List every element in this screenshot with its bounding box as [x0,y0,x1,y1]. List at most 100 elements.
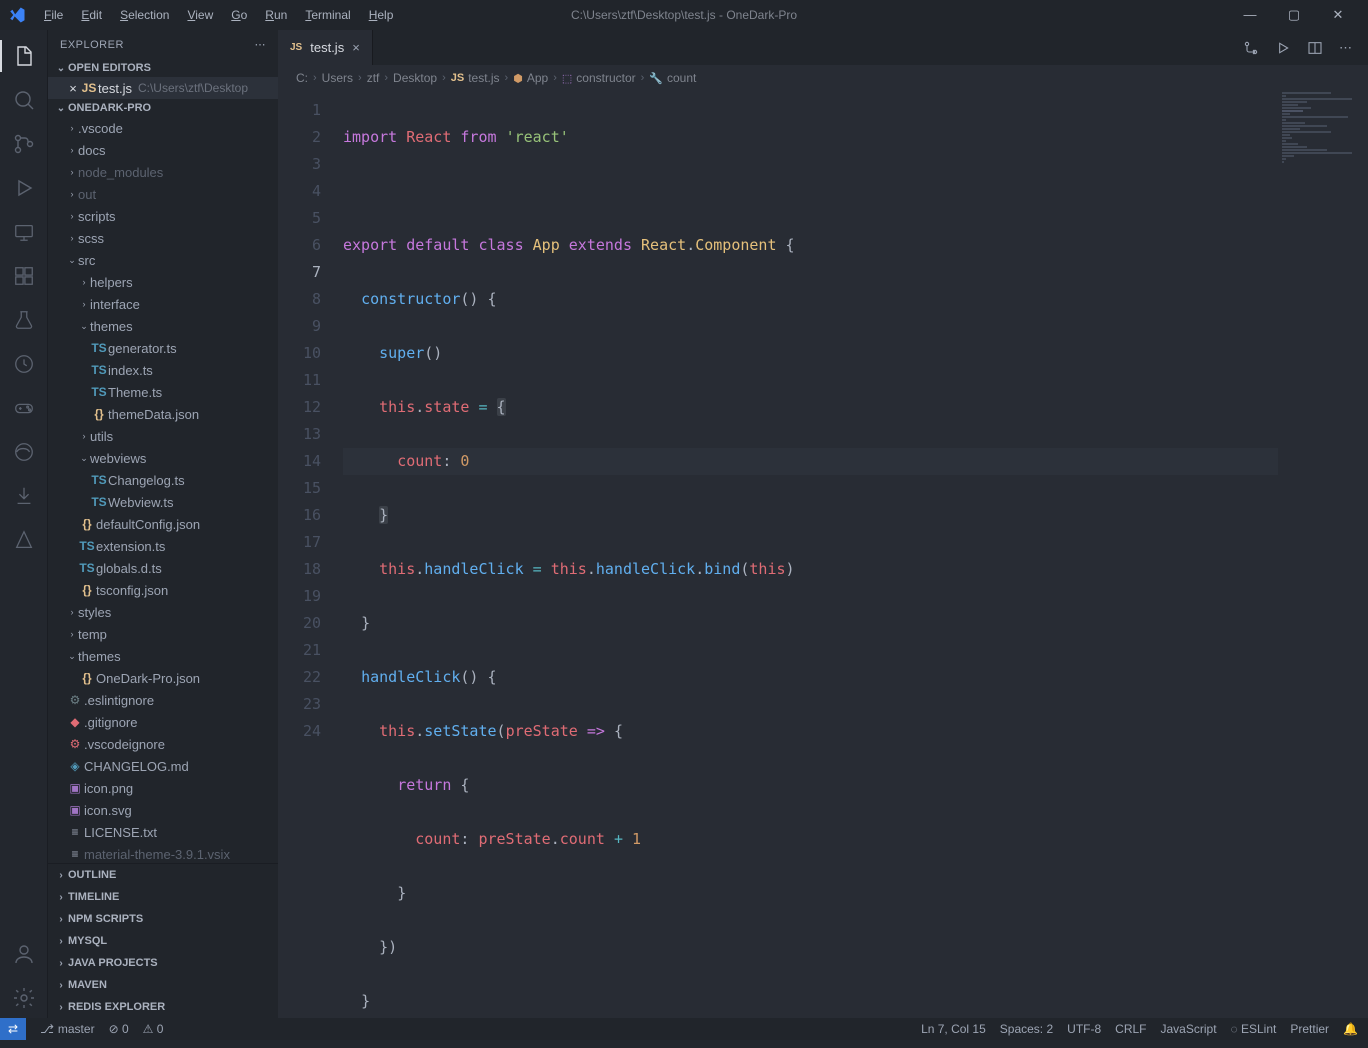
menu-help[interactable]: Help [361,4,402,26]
breadcrumb-item[interactable]: C: [296,71,308,85]
menu-run[interactable]: Run [257,4,295,26]
remote-status-icon[interactable]: ⇄ [0,1018,26,1040]
menu-terminal[interactable]: Terminal [297,4,358,26]
remote-icon[interactable] [0,212,48,252]
tree-file[interactable]: TSextension.ts [48,535,278,557]
close-file-icon[interactable]: × [66,81,80,96]
errors-count[interactable]: ⊘ 0 [109,1022,129,1036]
tree-file[interactable]: TSindex.ts [48,359,278,381]
section-npm-scripts[interactable]: ›NPM SCRIPTS [48,908,278,930]
accounts-icon[interactable] [0,934,48,974]
minimize-button[interactable]: — [1236,7,1264,23]
tree-folder[interactable]: ⌄themes [48,315,278,337]
extensions-icon[interactable] [0,256,48,296]
run-debug-icon[interactable] [0,168,48,208]
tree-folder[interactable]: ›styles [48,601,278,623]
prettier-status[interactable]: Prettier [1290,1022,1329,1036]
tree-file[interactable]: TSChangelog.ts [48,469,278,491]
menu-selection[interactable]: Selection [112,4,177,26]
pull-icon[interactable] [0,476,48,516]
minimap[interactable] [1278,87,1368,1018]
game-icon[interactable] [0,388,48,428]
warnings-count[interactable]: ⚠ 0 [143,1022,164,1036]
tree-folder[interactable]: ›node_modules [48,161,278,183]
tree-file[interactable]: TSWebview.ts [48,491,278,513]
tree-file[interactable]: ⚙.vscodeignore [48,733,278,755]
tree-file[interactable]: ≡material-theme-3.9.1.vsix [48,843,278,863]
section-java-projects[interactable]: ›JAVA PROJECTS [48,952,278,974]
tree-folder[interactable]: ›docs [48,139,278,161]
breadcrumb-item[interactable]: Users [322,71,353,85]
open-editor-item[interactable]: × JS test.js C:\Users\ztf\Desktop [48,77,278,99]
code-content[interactable]: import React from 'react' export default… [343,87,1278,1018]
maximize-button[interactable]: ▢ [1280,7,1308,23]
indentation[interactable]: Spaces: 2 [1000,1022,1053,1036]
tree-file[interactable]: TSTheme.ts [48,381,278,403]
menu-edit[interactable]: Edit [73,4,110,26]
notifications-bell-icon[interactable]: 🔔 [1343,1022,1358,1036]
open-editors-header[interactable]: ⌄OPEN EDITORS [48,59,278,77]
git-branch[interactable]: ⎇ master [40,1022,95,1036]
tree-folder[interactable]: ⌄themes [48,645,278,667]
breadcrumb-item[interactable]: ⬢App [513,71,548,85]
cursor-position[interactable]: Ln 7, Col 15 [921,1022,986,1036]
tree-file[interactable]: ◈CHANGELOG.md [48,755,278,777]
menu-go[interactable]: Go [223,4,255,26]
section-redis-explorer[interactable]: ›REDIS EXPLORER [48,996,278,1018]
breadcrumb-item[interactable]: JStest.js [451,71,500,85]
run-file-icon[interactable] [1275,40,1291,56]
tree-folder[interactable]: ›out [48,183,278,205]
tree-folder[interactable]: ›helpers [48,271,278,293]
source-control-icon[interactable] [0,124,48,164]
tree-file[interactable]: TSglobals.d.ts [48,557,278,579]
edge-icon[interactable] [0,432,48,472]
azure-icon[interactable] [0,520,48,560]
tree-folder[interactable]: ›scss [48,227,278,249]
compare-changes-icon[interactable] [1243,40,1259,56]
tree-folder[interactable]: ⌄src [48,249,278,271]
tree-file[interactable]: ▣icon.svg [48,799,278,821]
more-actions-icon[interactable]: ⋯ [1339,40,1352,56]
tree-folder[interactable]: ›interface [48,293,278,315]
section-mysql[interactable]: ›MYSQL [48,930,278,952]
search-icon[interactable] [0,80,48,120]
breadcrumb-item[interactable]: ⬚constructor [562,71,636,85]
eol[interactable]: CRLF [1115,1022,1146,1036]
menu-view[interactable]: View [179,4,221,26]
close-tab-icon[interactable]: × [352,40,360,55]
tree-folder[interactable]: ›utils [48,425,278,447]
menu-file[interactable]: File [36,4,71,26]
tree-file[interactable]: {}defaultConfig.json [48,513,278,535]
language-mode[interactable]: JavaScript [1161,1022,1217,1036]
breadcrumb-item[interactable]: ztf [367,71,380,85]
tree-folder[interactable]: ⌄webviews [48,447,278,469]
explorer-icon[interactable] [0,36,48,76]
tree-folder[interactable]: ›temp [48,623,278,645]
tree-file[interactable]: {}themeData.json [48,403,278,425]
tree-file[interactable]: {}tsconfig.json [48,579,278,601]
tree-file[interactable]: ▣icon.png [48,777,278,799]
tab-testjs[interactable]: JS test.js × [278,30,373,65]
workspace-header[interactable]: ⌄ONEDARK-PRO [48,99,278,117]
section-maven[interactable]: ›MAVEN [48,974,278,996]
sidebar-more-icon[interactable]: ⋯ [255,38,267,51]
code-editor[interactable]: 123456789101112131415161718192021222324 … [278,87,1368,1018]
tree-file[interactable]: ⚙.eslintignore [48,689,278,711]
close-window-button[interactable]: ✕ [1324,7,1352,23]
split-editor-icon[interactable] [1307,40,1323,56]
tree-folder[interactable]: ›scripts [48,205,278,227]
encoding[interactable]: UTF-8 [1067,1022,1101,1036]
tree-folder[interactable]: ›.vscode [48,117,278,139]
eslint-status[interactable]: ◌ ESLint [1231,1022,1277,1036]
testing-icon[interactable] [0,300,48,340]
section-timeline[interactable]: ›TIMELINE [48,886,278,908]
tree-file[interactable]: ◆.gitignore [48,711,278,733]
breadcrumb-item[interactable]: Desktop [393,71,437,85]
settings-gear-icon[interactable] [0,978,48,1018]
tree-file[interactable]: TSgenerator.ts [48,337,278,359]
timeline-icon[interactable] [0,344,48,384]
tree-file[interactable]: ≡LICENSE.txt [48,821,278,843]
section-outline[interactable]: ›OUTLINE [48,864,278,886]
tree-file[interactable]: {}OneDark-Pro.json [48,667,278,689]
breadcrumb-item[interactable]: 🔧count [649,71,696,85]
